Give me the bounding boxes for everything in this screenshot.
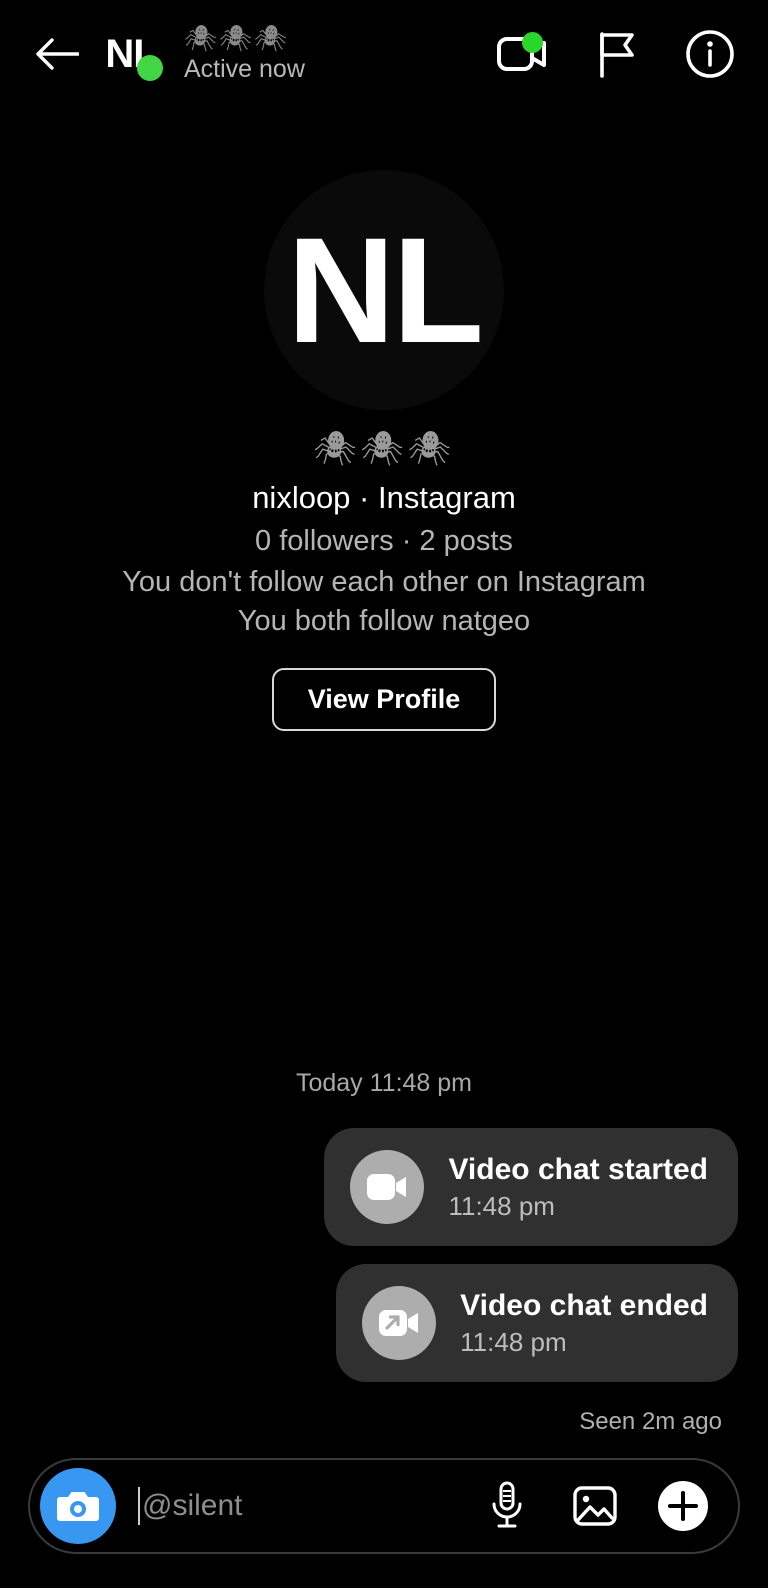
voice-message-button[interactable] xyxy=(478,1477,536,1535)
profile-emoji-row: 🕷🕷🕷 xyxy=(313,430,455,468)
message-text-block: Video chat ended 11:48 pm xyxy=(460,1288,708,1359)
video-camera-leave-icon xyxy=(362,1286,437,1360)
back-arrow-icon xyxy=(36,38,79,70)
message-bubble-video-ended[interactable]: Video chat ended 11:48 pm xyxy=(336,1264,738,1382)
video-call-active-badge xyxy=(522,32,543,53)
flag-icon xyxy=(600,32,634,78)
day-timestamp: Today 11:48 pm xyxy=(295,1069,473,1097)
back-button[interactable] xyxy=(26,23,88,85)
header-avatar[interactable]: NL xyxy=(100,23,163,85)
message-bubble-video-started[interactable]: Video chat started 11:48 pm xyxy=(324,1128,738,1246)
message-title: Video chat started xyxy=(448,1152,708,1186)
video-camera-glyph xyxy=(367,1174,407,1200)
message-input[interactable]: @silent xyxy=(138,1487,478,1525)
composer-bar: @silent xyxy=(28,1458,740,1554)
message-row: Video chat ended 11:48 pm xyxy=(30,1264,738,1382)
profile-mutual-follow: You both follow natgeo xyxy=(237,605,531,637)
message-text-block: Video chat started 11:48 pm xyxy=(448,1152,708,1223)
view-profile-button[interactable]: View Profile xyxy=(271,668,497,731)
chat-title-block[interactable]: 🕷🕷🕷 Active now xyxy=(184,22,494,84)
message-row: Video chat started 11:48 pm xyxy=(30,1128,738,1246)
composer-actions xyxy=(478,1477,712,1535)
video-camera-icon xyxy=(350,1150,425,1224)
camera-button[interactable] xyxy=(40,1468,116,1544)
profile-avatar[interactable]: NL xyxy=(264,170,504,410)
profile-intro: NL 🕷🕷🕷 nixloop · Instagram 0 followers ·… xyxy=(0,108,768,731)
header-actions xyxy=(494,26,738,82)
info-button[interactable] xyxy=(682,26,738,82)
text-cursor xyxy=(138,1487,140,1525)
profile-avatar-initials: NL xyxy=(287,206,484,374)
message-time: 11:48 pm xyxy=(448,1190,555,1221)
online-status-dot xyxy=(137,55,163,81)
profile-name: nixloop · Instagram xyxy=(252,480,516,515)
more-options-button[interactable] xyxy=(654,1477,712,1535)
message-title: Video chat ended xyxy=(460,1288,708,1322)
video-camera-leave-glyph xyxy=(379,1310,419,1336)
profile-stats: 0 followers · 2 posts xyxy=(255,525,513,557)
read-receipt: Seen 2m ago xyxy=(579,1408,722,1435)
chat-header: NL 🕷🕷🕷 Active now xyxy=(0,0,768,108)
message-list: Today 11:48 pm Video chat started 11:48 … xyxy=(0,731,768,1442)
camera-icon xyxy=(57,1492,99,1521)
microphone-icon xyxy=(492,1481,522,1528)
header-emoji-row: 🕷🕷🕷 xyxy=(184,22,290,53)
plus-icon xyxy=(658,1481,708,1531)
video-call-button[interactable] xyxy=(494,26,550,82)
message-time: 11:48 pm xyxy=(460,1326,567,1357)
image-icon xyxy=(573,1486,617,1526)
presence-status: Active now xyxy=(184,54,305,83)
instagram-dm-screen: NL 🕷🕷🕷 Active now NL 🕷🕷🕷 nixloop · Insta… xyxy=(0,0,768,1588)
info-circle-icon xyxy=(686,30,734,78)
profile-relationship: You don't follow each other on Instagram xyxy=(122,566,646,598)
flag-button[interactable] xyxy=(588,26,644,82)
gallery-button[interactable] xyxy=(566,1477,624,1535)
message-composer: @silent xyxy=(0,1442,768,1588)
message-input-placeholder: @silent xyxy=(142,1489,243,1522)
